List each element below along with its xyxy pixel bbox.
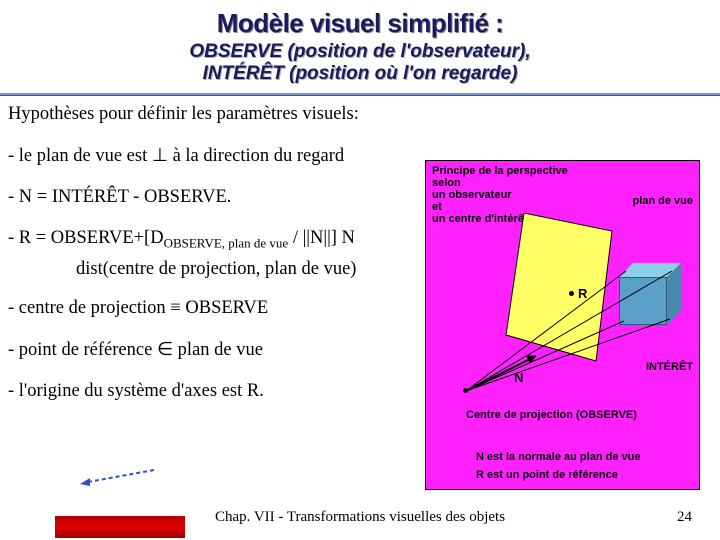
content-area: Hypothèses pour définir les paramètres v… bbox=[0, 102, 720, 417]
label-note-r: R est un point de référence bbox=[476, 469, 618, 481]
bullet-origine: - l'origine du système d'axes est R. bbox=[6, 375, 714, 416]
footer-text: Chap. VII - Transformations visuelles de… bbox=[0, 509, 720, 526]
slide-title: Modèle visuel simplifié : bbox=[0, 8, 720, 39]
page-number: 24 bbox=[677, 509, 692, 526]
subtitle-line2: INTÉRÊT (position où l'on regarde) bbox=[203, 63, 518, 84]
hypotheses-heading: Hypothèses pour définir les paramètres v… bbox=[6, 102, 714, 139]
slide-subtitle: OBSERVE (position de l'observateur), INT… bbox=[0, 41, 720, 85]
dist-line: dist(centre de projection, plan de vue) bbox=[6, 259, 714, 280]
bullet-n-equals: - N = INTÉRÊT - OBSERVE. bbox=[6, 181, 714, 222]
label-note-n: N est la normale au plan de vue bbox=[476, 451, 640, 463]
divider-bottom bbox=[0, 95, 720, 96]
r-subscript: OBSERVE, plan de vue bbox=[164, 235, 289, 250]
dashed-arrow-icon bbox=[80, 466, 165, 486]
bullet-centre-projection: - centre de projection ≡ OBSERVE bbox=[6, 292, 714, 333]
bullet-plan-vue: - le plan de vue est ⊥ à la direction du… bbox=[6, 139, 714, 181]
r-prefix: - R = OBSERVE+[D bbox=[8, 228, 164, 248]
r-suffix: / ||N||] N bbox=[288, 228, 355, 248]
subtitle-line1: OBSERVE (position de l'observateur), bbox=[189, 41, 530, 62]
bullet-point-reference: - point de référence ∈ plan de vue bbox=[6, 333, 714, 375]
